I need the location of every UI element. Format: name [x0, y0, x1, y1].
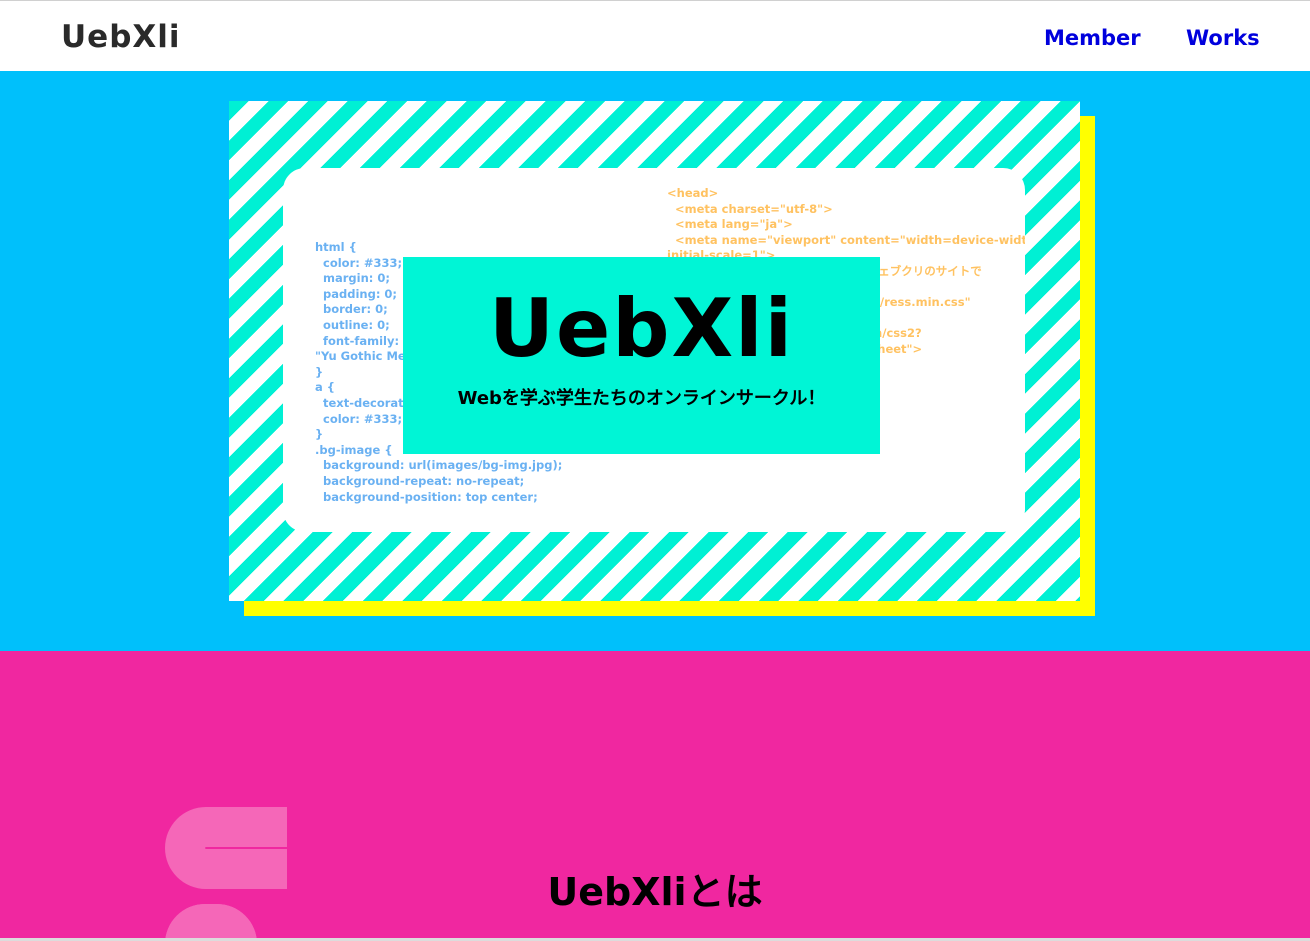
about-section: UebXliとは — [0, 651, 1310, 941]
hero-banner: html { color: #333; margin: 0; padding: … — [229, 101, 1080, 601]
nav-link-member[interactable]: Member — [1044, 25, 1141, 51]
nav-link-works[interactable]: Works — [1186, 25, 1260, 51]
about-title: UebXliとは — [547, 869, 763, 914]
hero-title-box: UebXli Webを学ぶ学生たちのオンラインサークル！ — [403, 257, 880, 454]
site-logo[interactable]: UebXli — [61, 19, 181, 55]
hero-subtitle: Webを学ぶ学生たちのオンラインサークル！ — [457, 388, 826, 409]
hero-section: html { color: #333; margin: 0; padding: … — [0, 71, 1310, 651]
site-header: UebXli Member Works — [0, 1, 1310, 71]
hero-title: UebXli — [488, 282, 794, 375]
